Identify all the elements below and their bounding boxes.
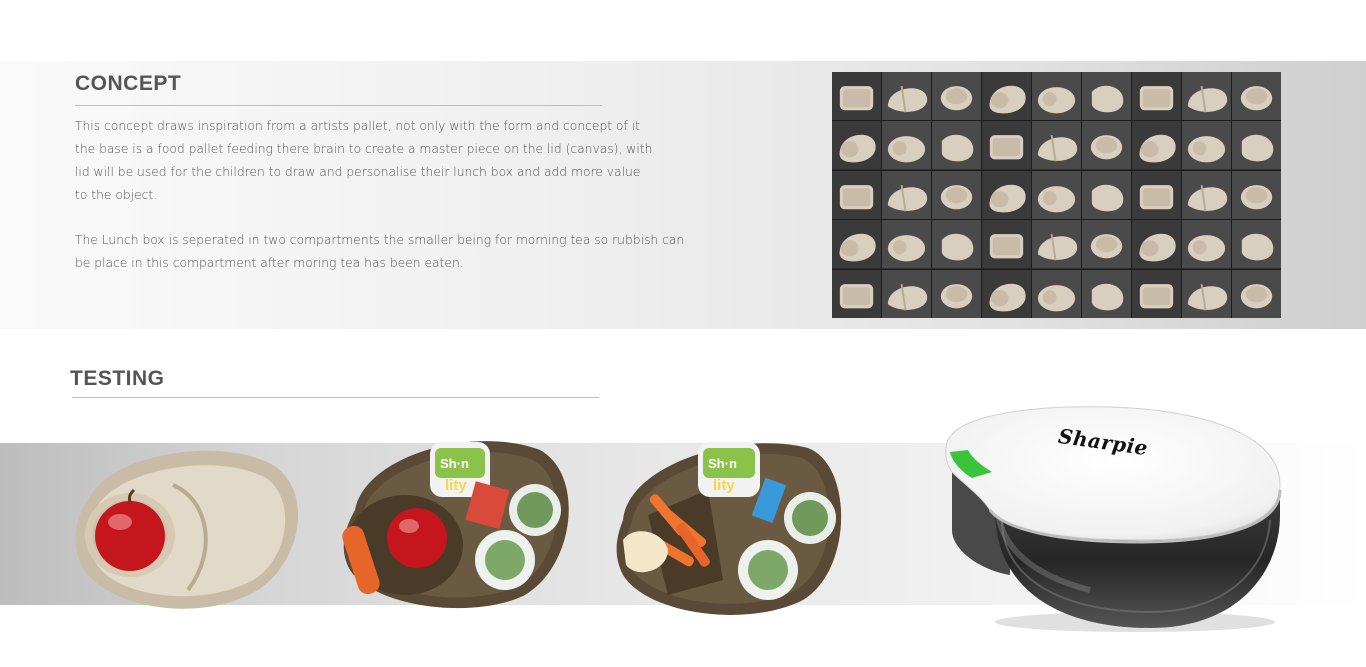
prototype-thumbnail [932,170,981,220]
prototype-thumbnail [832,269,881,318]
prototype-thumbnail [1032,121,1081,170]
concept-line: The Lunch box is seperated in two compar… [75,233,685,247]
prototype-thumbnail [1232,72,1281,121]
prototype-thumbnail [832,72,881,121]
prototype-thumbnail [1082,72,1131,121]
prototype-thumbnail [1232,220,1281,269]
prototype-thumbnail [982,269,1031,318]
prototype-thumbnail [1132,170,1181,220]
prototype-filled-carrots-image: Sh·n lity [616,442,842,615]
product-render: Sharpie [940,400,1290,635]
svg-text:lity: lity [445,477,467,494]
prototype-thumbnail [1182,72,1231,121]
prototype-thumbnail [1032,220,1081,269]
prototype-thumbnail [832,121,881,170]
prototype-thumbnail [882,121,931,170]
prototype-thumbnail [932,121,981,170]
prototype-thumbnail [1132,72,1181,121]
prototype-thumbnail [882,269,931,318]
prototype-thumbnail [982,220,1031,269]
prototype-thumbnail [982,72,1031,121]
prototype-thumbnail [982,170,1031,220]
prototype-thumbnail [1082,269,1131,318]
prototype-thumbnail [1232,170,1281,220]
prototype-thumbnail [932,220,981,269]
concept-line: be place in this compartment after morin… [75,256,464,270]
prototype-thumbnail [1182,269,1231,318]
prototype-thumbnail [882,220,931,269]
svg-text:lity: lity [713,477,735,494]
prototype-thumbnail [1232,121,1281,170]
prototype-thumbnail [1082,220,1131,269]
prototype-thumbnail [1182,220,1231,269]
concept-line: to the object. [75,188,158,202]
svg-text:Sh·n: Sh·n [440,456,469,471]
prototype-thumbnail [1032,72,1081,121]
prototype-thumbnail [1032,269,1081,318]
prototype-thumbnail [832,220,881,269]
concept-divider [75,105,602,106]
prototype-thumbnail [1032,170,1081,220]
prototype-filled-apple-image: Sh·n lity [342,441,569,609]
prototype-thumbnail [1132,269,1181,318]
prototype-thumbnail [882,72,931,121]
concept-heading: CONCEPT [75,72,182,95]
prototype-thumbnail [1132,220,1181,269]
prototype-thumbnail [1182,121,1231,170]
prototype-thumbnail [982,121,1031,170]
concept-line: This concept draws inspiration from a ar… [75,119,640,133]
prototype-thumbnail [1132,121,1181,170]
prototype-thumbnail [1232,269,1281,318]
prototype-thumbnail [882,170,931,220]
prototype-with-apple-image [75,450,299,609]
testing-divider [72,397,599,398]
concept-line: lid will be used for the children to dra… [75,165,641,179]
prototype-thumbnail [1182,170,1231,220]
prototype-thumbnail [832,170,881,220]
concept-line: the base is a food pallet feeding there … [75,142,653,156]
prototype-thumbnail [932,269,981,318]
prototype-thumbnail [1082,121,1131,170]
testing-heading: TESTING [70,367,165,390]
prototype-thumbnail [1082,170,1131,220]
svg-text:Sh·n: Sh·n [708,456,737,471]
prototype-thumbnail [932,72,981,121]
prototype-photo-grid [832,72,1281,318]
